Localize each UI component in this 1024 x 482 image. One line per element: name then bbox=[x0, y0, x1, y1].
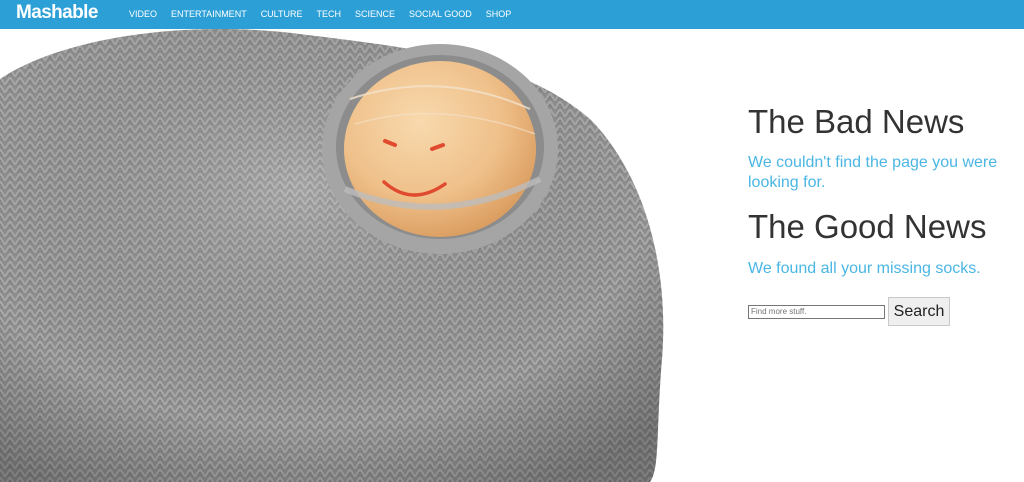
nav-item-video[interactable]: VIDEO bbox=[129, 9, 157, 19]
nav-item-entertainment[interactable]: ENTERTAINMENT bbox=[171, 9, 247, 19]
search-button[interactable]: Search bbox=[888, 297, 950, 326]
sock-toe-illustration bbox=[0, 29, 664, 482]
bad-news-title: The Bad News bbox=[748, 103, 965, 140]
good-news-text: We found all your missing socks. bbox=[748, 260, 981, 277]
search-form: Search bbox=[748, 297, 950, 326]
nav-item-social-good[interactable]: SOCIAL GOOD bbox=[409, 9, 472, 19]
good-news-title: The Good News bbox=[748, 208, 987, 245]
nav-item-science[interactable]: SCIENCE bbox=[355, 9, 395, 19]
nav-item-tech[interactable]: TECH bbox=[317, 9, 342, 19]
top-navigation-bar: Mashable VIDEO ENTERTAINMENT CULTURE TEC… bbox=[0, 0, 1024, 29]
search-input[interactable] bbox=[748, 304, 885, 319]
nav-item-culture[interactable]: CULTURE bbox=[261, 9, 303, 19]
mashable-logo[interactable]: Mashable bbox=[16, 2, 98, 24]
nav-item-shop[interactable]: SHOP bbox=[486, 9, 512, 19]
hero-image bbox=[0, 29, 680, 482]
bad-news-text: We couldn't find the page you were looki… bbox=[748, 154, 998, 191]
main-nav: VIDEO ENTERTAINMENT CULTURE TECH SCIENCE… bbox=[129, 9, 525, 19]
